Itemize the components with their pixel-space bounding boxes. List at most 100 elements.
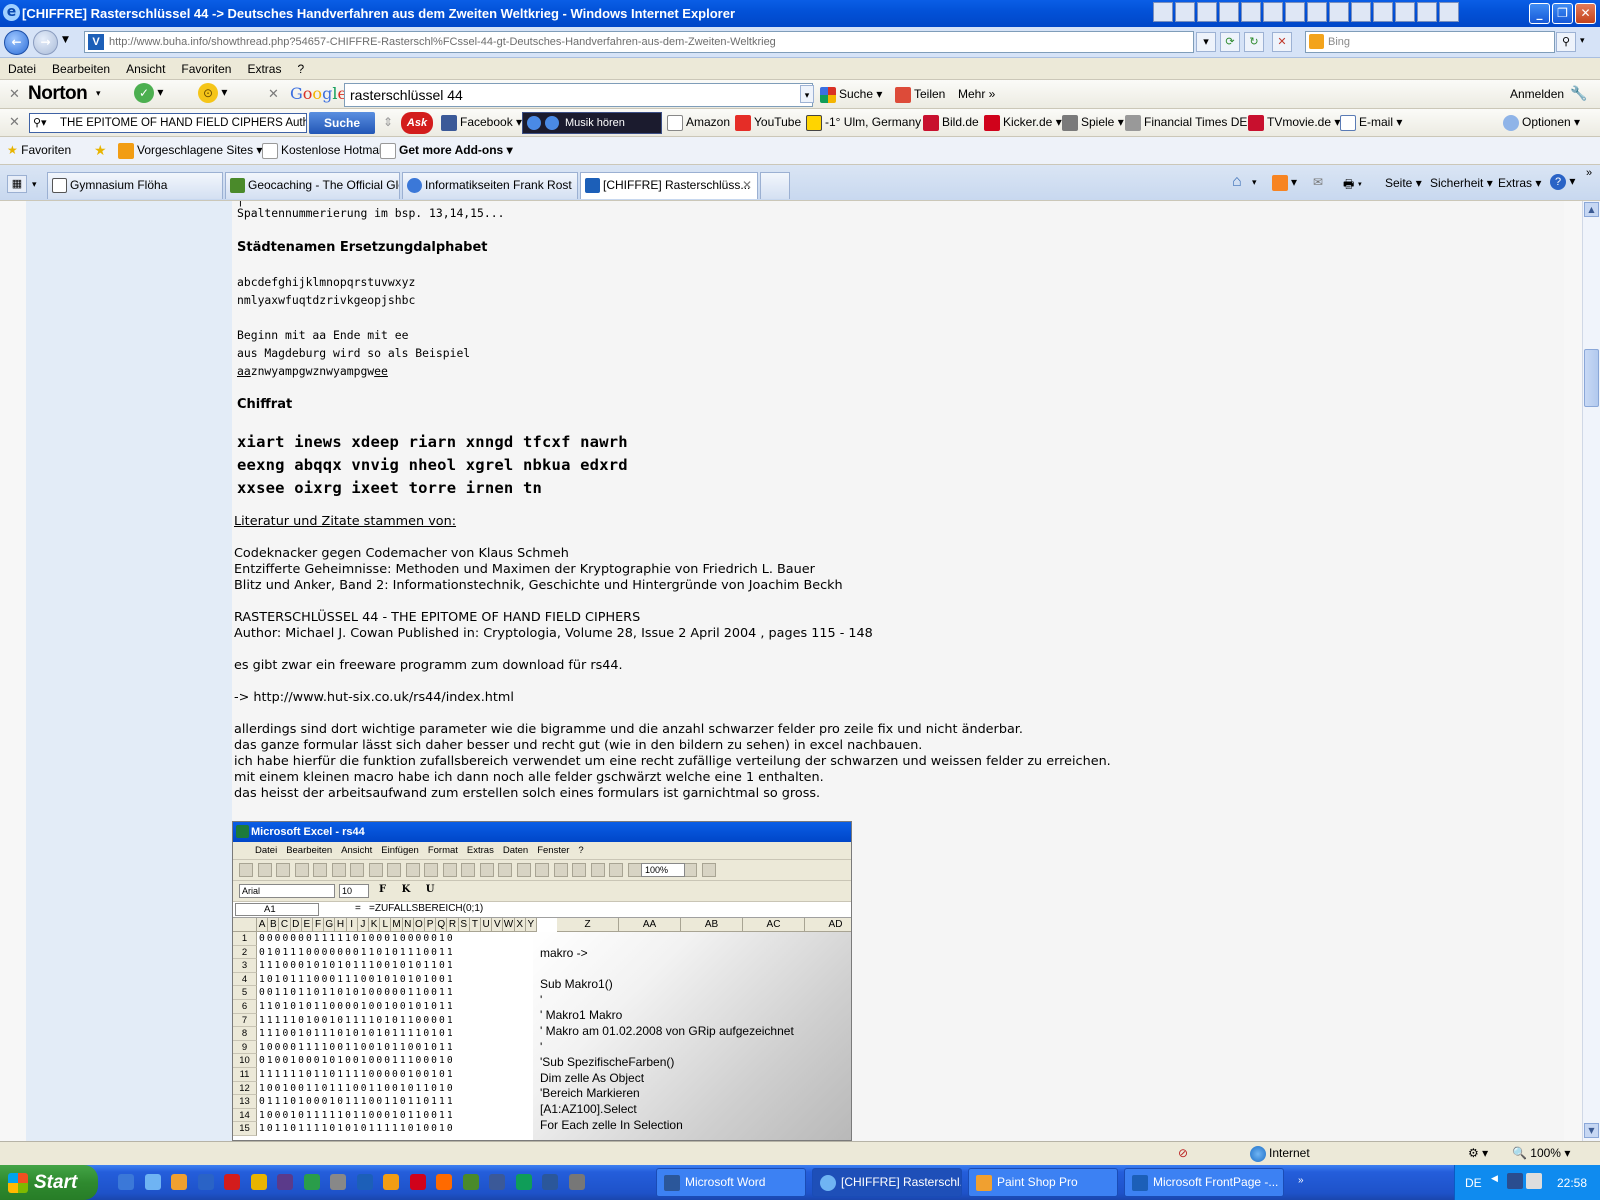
rss-icon[interactable]: ▾ [1272,175,1297,191]
close-tab-icon[interactable]: ✕ [742,173,752,198]
norton-safe-icon[interactable]: ✓ ▾ [134,83,163,103]
facebook-button[interactable]: Facebook ▾ [441,115,522,131]
quick-launch-icon[interactable] [542,1174,558,1190]
maximize-button[interactable]: ❐ [1552,3,1573,24]
email-button[interactable]: E-mail ▾ [1340,115,1402,131]
music-player[interactable]: Musik hören [522,112,662,134]
quick-launch-icon[interactable] [277,1174,293,1190]
quick-launch-icon[interactable] [383,1174,399,1190]
minimize-button[interactable]: _ [1529,3,1550,24]
menu-extras[interactable]: Extras [247,62,281,76]
quick-launch-icon[interactable] [409,1174,426,1190]
chevron-more-icon[interactable]: » [1586,167,1592,179]
google-dropdown-icon[interactable]: ▾ [800,85,814,103]
home-dropdown-icon[interactable]: ▾ [1252,177,1257,188]
ask-logo-icon[interactable]: Ask [401,112,433,134]
spiele-button[interactable]: Spiele ▾ [1062,115,1124,131]
zoom-control[interactable]: 🔍 100% ▾ [1512,1146,1570,1160]
close-google-toolbar-icon[interactable]: ✕ [268,86,279,102]
search-icon[interactable]: ⚲ [1556,32,1576,52]
tray-arrow-icon[interactable]: ◀ [1491,1173,1498,1184]
clock[interactable]: 22:58 [1557,1176,1587,1190]
bing-search-input[interactable]: Bing [1305,31,1555,53]
quick-launch-icon[interactable] [144,1174,161,1190]
share-button[interactable]: Teilen [895,87,945,103]
stop-icon[interactable]: ✕ [1272,32,1292,52]
scroll-up-icon[interactable]: ▲ [1584,202,1599,217]
quick-launch-icon[interactable] [462,1174,479,1190]
start-button[interactable]: Start [0,1165,98,1200]
protected-mode-icon[interactable]: ⚙ ▾ [1468,1146,1488,1160]
app-icon[interactable] [1307,2,1327,22]
signin-button[interactable]: Anmelden [1510,87,1564,101]
home-icon[interactable]: ⌂ [1232,173,1242,191]
quick-launch-icon[interactable] [303,1174,320,1190]
taskbar-frontpage[interactable]: Microsoft FrontPage -... [1124,1168,1284,1197]
back-button[interactable]: ← [4,30,29,55]
app-icon[interactable] [1351,2,1371,22]
tab-geocaching[interactable]: Geocaching - The Official Glo... [225,172,400,199]
menu-help[interactable]: ? [297,62,304,76]
ask-search-button[interactable]: Suche [309,112,375,134]
quick-launch-icon[interactable] [489,1174,505,1190]
menu-datei[interactable]: Datei [8,62,36,76]
quick-launch-icon[interactable] [515,1174,532,1190]
play-icon[interactable] [527,116,541,130]
wrench-icon[interactable]: 🔧 [1570,85,1587,102]
taskbar-paintshop[interactable]: Paint Shop Pro [968,1168,1118,1197]
quick-launch-icon[interactable] [197,1174,214,1190]
menu-ansicht[interactable]: Ansicht [126,62,165,76]
add-favorite-icon[interactable]: ★ [94,142,107,159]
hotmail-link[interactable]: Kostenlose Hotmail [262,143,384,159]
tray-icon[interactable] [1526,1173,1545,1189]
app-icon[interactable] [1285,2,1305,22]
app-icon[interactable] [1263,2,1283,22]
favorites-button[interactable]: ★ Favoriten [7,143,71,157]
new-tab-button[interactable] [760,172,790,199]
kicker-button[interactable]: Kicker.de ▾ [984,115,1062,131]
quick-launch-icon[interactable] [250,1174,267,1190]
menu-favoriten[interactable]: Favoriten [181,62,231,76]
page-menu[interactable]: Seite ▾ [1385,176,1422,190]
quick-launch-icon[interactable] [330,1174,346,1190]
quick-launch-icon[interactable] [171,1174,187,1190]
quick-launch-icon[interactable] [436,1174,452,1190]
app-icon[interactable] [1373,2,1393,22]
close-toolbar-icon[interactable]: ✕ [9,86,20,102]
tray-icon[interactable] [1507,1173,1526,1189]
help-icon[interactable]: ? ▾ [1550,174,1575,190]
norton-dropdown-icon[interactable]: ▾ [96,88,101,99]
tab-chiffre[interactable]: [CHIFFRE] Rasterschlüss... ✕ [580,172,758,199]
quick-launch-icon[interactable] [568,1174,585,1190]
mail-icon[interactable]: ✉ [1313,175,1323,189]
google-search-button[interactable]: Suche ▾ [820,87,882,103]
amazon-button[interactable]: Amazon [667,115,730,131]
taskbar-overflow-icon[interactable]: » [1298,1175,1304,1186]
tvmovie-button[interactable]: TVmovie.de ▾ [1248,115,1340,131]
close-ask-toolbar-icon[interactable]: ✕ [9,114,20,130]
quick-launch-icon[interactable] [118,1174,134,1190]
history-dropdown-icon[interactable]: ▼ [62,35,69,45]
app-icon[interactable] [1417,2,1437,22]
url-input[interactable]: V http://www.buha.info/showthread.php?54… [84,31,1194,53]
volume-icon[interactable] [545,116,559,130]
scroll-down-icon[interactable]: ▼ [1584,1123,1599,1138]
language-indicator[interactable]: DE [1465,1176,1482,1190]
menu-bearbeiten[interactable]: Bearbeiten [52,62,110,76]
tab-informatik[interactable]: Informatikseiten Frank Rost [402,172,578,199]
safety-menu[interactable]: Sicherheit ▾ [1430,176,1493,190]
app-icon[interactable] [1241,2,1261,22]
quick-launch-icon[interactable] [224,1174,240,1190]
refresh-icon[interactable]: ↻ [1244,32,1264,52]
search-dropdown-icon[interactable]: ▾ [1580,36,1585,46]
window-title-bar[interactable]: e [CHIFFRE] Rasterschlüssel 44 -> Deutsc… [0,0,1600,27]
norton-identity-icon[interactable]: ⊙ ▾ [198,83,227,103]
hut-six-link[interactable]: http://www.hut-six.co.uk/rs44/index.html [253,690,514,705]
taskbar-ie[interactable]: [CHIFFRE] Rasterschl... [812,1168,962,1197]
app-icon[interactable] [1219,2,1239,22]
app-icon[interactable] [1175,2,1195,22]
app-icon[interactable] [1197,2,1217,22]
bild-button[interactable]: Bild.de [923,115,979,131]
print-icon[interactable]: 🖶 ▾ [1343,175,1362,196]
app-icon[interactable] [1153,2,1173,22]
